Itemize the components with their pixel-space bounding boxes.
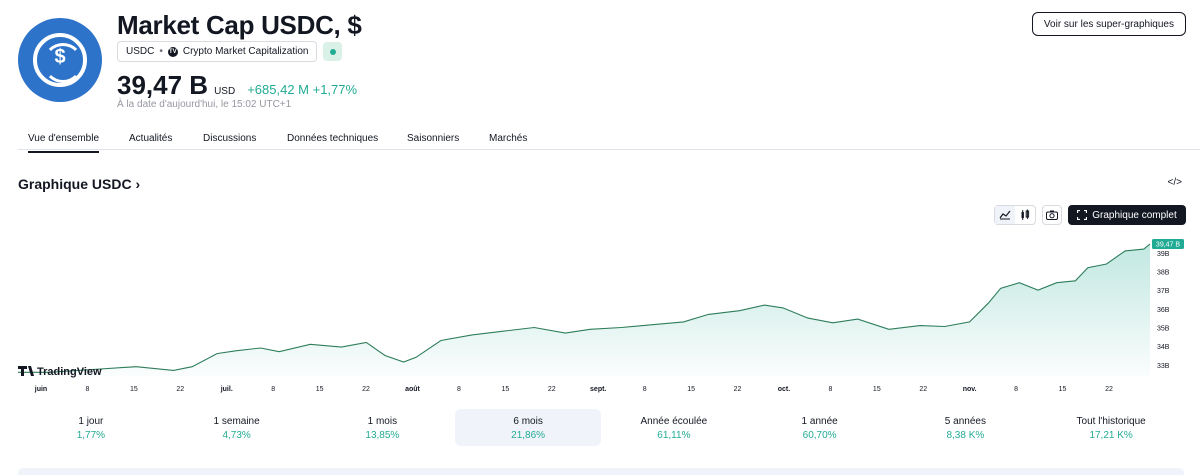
period-7[interactable]: Tout l'historique 17,21 K% xyxy=(1038,409,1184,446)
performance-periods: 1 jour 1,77% 1 semaine 4,73% 1 mois 13,85% 6 m… xyxy=(18,409,1184,446)
tab-discussions[interactable]: Discussions xyxy=(203,133,256,151)
x-tick-label: 15 xyxy=(873,386,881,393)
x-tick-label: 15 xyxy=(316,386,324,393)
x-tick-label: juil. xyxy=(220,386,233,393)
x-tick-label: 22 xyxy=(362,386,370,393)
period-3[interactable]: 6 mois 21,86% xyxy=(455,409,601,446)
super-charts-button[interactable]: Voir sur les super-graphiques xyxy=(1031,12,1186,36)
bottom-panel xyxy=(18,468,1184,475)
period-0[interactable]: 1 jour 1,77% xyxy=(18,409,164,446)
x-tick-label: nov. xyxy=(963,386,977,393)
tab-overview[interactable]: Vue d'ensemble xyxy=(28,133,100,153)
symbol-label: USDC xyxy=(126,46,155,57)
live-dot-icon xyxy=(329,48,336,55)
fullscreen-icon xyxy=(1077,210,1088,220)
x-tick-label: oct. xyxy=(778,386,791,393)
period-label: 1 mois xyxy=(367,416,398,427)
x-tick-label: 15 xyxy=(687,386,695,393)
period-value: 61,11% xyxy=(657,430,691,441)
tab-bar: Vue d'ensemble Actualités Discussions Do… xyxy=(18,126,1200,153)
period-label: 6 mois xyxy=(513,416,543,427)
period-label: Année écoulée xyxy=(640,416,708,427)
x-tick-label: 8 xyxy=(1014,386,1018,393)
price-currency: USD xyxy=(214,86,236,97)
live-status-badge xyxy=(323,42,343,61)
chart-section-label: Graphique USDC xyxy=(18,176,132,192)
period-label: 1 jour xyxy=(78,416,104,427)
dollar-sign: $ xyxy=(54,46,66,68)
price-change: +685,42 M +1,77% xyxy=(247,82,358,97)
x-tick-label: 8 xyxy=(643,386,647,393)
period-value: 60,70% xyxy=(802,430,837,441)
chart-style-toggle xyxy=(994,205,1036,225)
symbol-tags: USDC • TV Crypto Market Capitalization xyxy=(117,41,343,62)
separator-dot: • xyxy=(159,46,163,57)
period-value: 1,77% xyxy=(76,430,106,441)
x-tick-label: 22 xyxy=(734,386,742,393)
chevron-right-icon: › xyxy=(135,176,141,192)
x-tick-label: 22 xyxy=(919,386,927,393)
y-tick-label: 39B xyxy=(1157,251,1170,258)
tradingview-mini-icon: TV xyxy=(167,46,178,57)
x-tick-label: 22 xyxy=(176,386,184,393)
area-chart-icon[interactable] xyxy=(995,206,1015,224)
usdc-coin-icon: $ xyxy=(33,33,87,87)
x-tick-label: 15 xyxy=(1059,386,1067,393)
period-value: 17,21 K% xyxy=(1089,430,1133,441)
x-tick-label: sept. xyxy=(590,386,606,393)
last-value-label: 39,47 B xyxy=(1156,242,1180,249)
y-tick-label: 36B xyxy=(1157,307,1170,314)
full-chart-label: Graphique complet xyxy=(1092,209,1177,221)
period-6[interactable]: 5 années 8,38 K% xyxy=(893,409,1039,446)
x-tick-label: 8 xyxy=(271,386,275,393)
period-value: 4,73% xyxy=(222,430,251,441)
period-2[interactable]: 1 mois 13,85% xyxy=(310,409,456,446)
chart-section-title[interactable]: Graphique USDC › xyxy=(18,176,140,192)
symbol-tag[interactable]: USDC • TV Crypto Market Capitalization xyxy=(117,41,318,62)
tab-news[interactable]: Actualités xyxy=(129,133,172,151)
period-4[interactable]: Année écoulée 61,11% xyxy=(601,409,747,446)
code-icon[interactable]: </> xyxy=(1168,177,1182,188)
market-cap-chart[interactable]: 33B 34B 35B 36B 37B 38B 39B 39,47 B juin 8 15 22 ju… xyxy=(0,226,1200,402)
x-tick-label: 22 xyxy=(1105,386,1113,393)
period-value: 8,38 K% xyxy=(946,430,985,441)
chart-area-fill xyxy=(18,244,1150,376)
tab-markets[interactable]: Marchés xyxy=(489,133,527,151)
y-tick-label: 38B xyxy=(1157,269,1170,276)
tradingview-watermark: TradingView xyxy=(18,366,102,378)
as-of-timestamp: À la date d'aujourd'hui, le 15:02 UTC+1 xyxy=(117,99,292,110)
y-tick-label: 37B xyxy=(1157,288,1170,295)
x-tick-label: 22 xyxy=(548,386,556,393)
page-title: Market Cap USDC, $ xyxy=(117,10,362,40)
period-label: 5 années xyxy=(944,416,986,427)
period-value: 21,86% xyxy=(511,430,546,441)
watermark-text: TradingView xyxy=(37,366,102,378)
x-tick-label: juin xyxy=(34,386,47,393)
camera-icon[interactable] xyxy=(1042,205,1062,225)
usdc-logo: $ xyxy=(18,18,102,102)
tab-technicals[interactable]: Données techniques xyxy=(287,133,378,151)
x-tick-label: 8 xyxy=(828,386,832,393)
x-tick-label: 15 xyxy=(130,386,138,393)
tab-seasonals[interactable]: Saisonniers xyxy=(407,133,459,151)
period-label: 1 année xyxy=(801,416,838,427)
source-label: Crypto Market Capitalization xyxy=(182,46,309,57)
y-tick-label: 35B xyxy=(1157,325,1170,332)
period-value: 13,85% xyxy=(365,430,400,441)
period-5[interactable]: 1 année 60,70% xyxy=(747,409,893,446)
y-tick-label: 34B xyxy=(1157,344,1170,351)
price-value: 39,47 B xyxy=(117,70,209,100)
period-1[interactable]: 1 semaine 4,73% xyxy=(164,409,310,446)
candles-icon[interactable] xyxy=(1015,206,1035,224)
period-label: Tout l'historique xyxy=(1076,416,1146,427)
full-chart-button[interactable]: Graphique complet xyxy=(1068,205,1186,225)
x-tick-label: 8 xyxy=(85,386,89,393)
x-tick-label: 15 xyxy=(501,386,509,393)
period-label: 1 semaine xyxy=(213,416,260,427)
y-tick-label: 33B xyxy=(1157,363,1170,370)
x-tick-label: août xyxy=(405,386,420,393)
price-block: 39,47 B USD +685,42 M +1,77% xyxy=(117,70,357,101)
x-tick-label: 8 xyxy=(457,386,461,393)
